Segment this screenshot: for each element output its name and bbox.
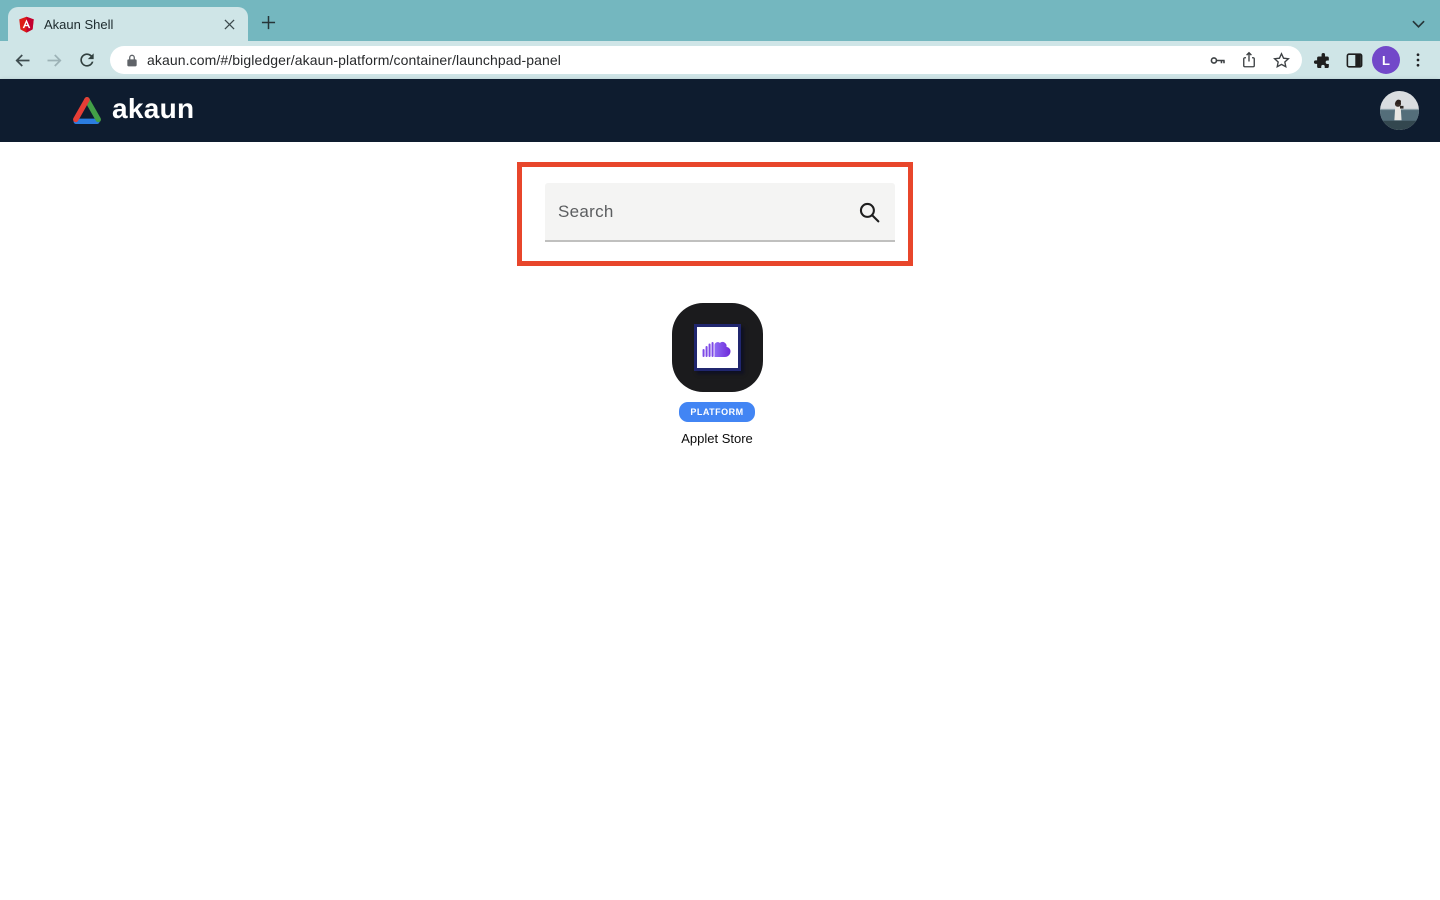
applet-inner-frame (693, 324, 741, 371)
extensions-puzzle-icon[interactable] (1311, 49, 1333, 71)
applet-tile[interactable]: PLATFORM Applet Store (617, 303, 817, 446)
angular-favicon-icon (18, 16, 35, 33)
passwords-key-icon[interactable] (1207, 50, 1227, 70)
avatar-photo (1380, 91, 1419, 130)
bookmark-star-icon[interactable] (1271, 50, 1291, 70)
share-icon[interactable] (1239, 50, 1259, 70)
tab-list-chevron-icon[interactable] (1408, 14, 1428, 34)
soundcloud-chart-icon (702, 341, 731, 357)
applet-store-icon[interactable] (671, 303, 763, 392)
new-tab-button[interactable] (258, 12, 278, 32)
platform-badge: PLATFORM (679, 402, 755, 422)
akaun-logo[interactable]: akaun (69, 79, 194, 142)
url-text[interactable]: akaun.com/#/bigledger/akaun-platform/con… (147, 52, 561, 68)
tab-strip: Akaun Shell (0, 0, 1440, 41)
logo-text: akaun (112, 93, 195, 124)
applet-name: Applet Store (681, 431, 753, 446)
tab-close-icon[interactable] (220, 15, 238, 33)
browser-toolbar: akaun.com/#/bigledger/akaun-platform/con… (0, 41, 1440, 79)
akaun-triangle-icon (69, 95, 105, 126)
url-bar[interactable]: akaun.com/#/bigledger/akaun-platform/con… (110, 46, 1302, 74)
user-profile-avatar[interactable] (1380, 91, 1419, 130)
forward-button[interactable] (43, 49, 65, 71)
profile-initial: L (1382, 52, 1390, 68)
search-icon[interactable] (857, 200, 882, 225)
browser-tab[interactable]: Akaun Shell (8, 7, 248, 41)
back-button[interactable] (11, 49, 33, 71)
browser-menu-icon[interactable] (1407, 49, 1429, 71)
browser-profile-avatar[interactable]: L (1372, 46, 1400, 74)
search-field[interactable] (545, 183, 895, 242)
browser-window: Akaun Shell akaun.com/#/bigledger/akaun-… (0, 0, 1440, 900)
reload-button[interactable] (76, 49, 98, 71)
side-panel-icon[interactable] (1343, 49, 1365, 71)
app-header: akaun (0, 79, 1440, 142)
page-content: PLATFORM Applet Store (0, 142, 1440, 900)
tab-title: Akaun Shell (44, 16, 114, 32)
search-input[interactable] (545, 183, 895, 242)
lock-icon (125, 53, 139, 68)
